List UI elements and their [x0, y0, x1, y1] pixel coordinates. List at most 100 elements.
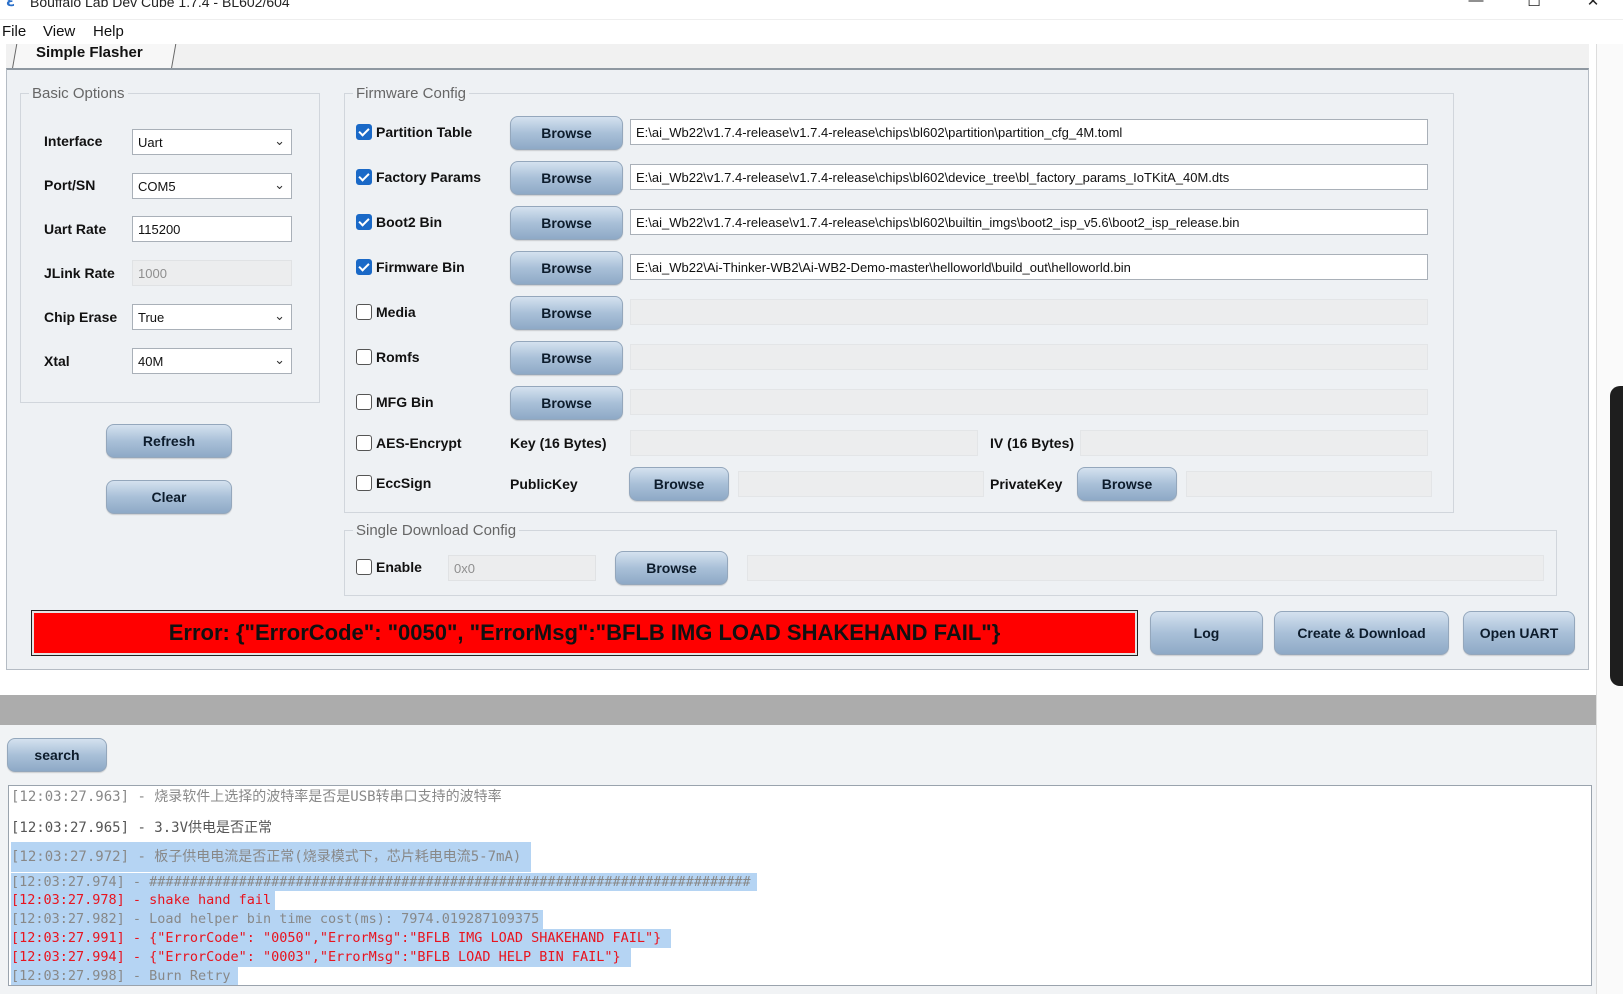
uart-rate-input[interactable]: 115200 [132, 216, 292, 242]
checkbox-checked-icon [356, 124, 372, 140]
public-key-path-input[interactable] [738, 471, 984, 497]
side-overlay-widget [1610, 386, 1623, 686]
boot2-bin-checkbox[interactable]: Boot2 Bin [356, 214, 442, 230]
single-download-legend: Single Download Config [356, 522, 517, 539]
refresh-button[interactable]: Refresh [106, 424, 232, 458]
partition-table-checkbox[interactable]: Partition Table [356, 124, 472, 140]
mfg-bin-checkbox[interactable]: MFG Bin [356, 394, 434, 410]
factory-params-browse-button[interactable]: Browse [510, 161, 623, 195]
chevron-down-icon: ⌄ [274, 308, 285, 323]
xtal-value: 40M [138, 354, 164, 369]
port-select[interactable]: COM5 ⌄ [132, 173, 292, 199]
media-checkbox[interactable]: Media [356, 304, 416, 320]
minimize-button[interactable]: — [1456, 0, 1496, 14]
port-label: Port/SN [44, 177, 96, 193]
log-line: [12:03:27.965] - 3.3V供电是否正常 [11, 820, 273, 836]
title-bar: ℇ Bouffalo Lab Dev Cube 1.7.4 - BL602/60… [0, 0, 1623, 20]
interface-label: Interface [44, 133, 103, 149]
aes-iv-input[interactable] [1080, 430, 1428, 456]
log-line: [12:03:27.991] - {"ErrorCode": "0050","E… [11, 929, 672, 948]
chevron-down-icon: ⌄ [274, 177, 285, 192]
boot2-bin-browse-button[interactable]: Browse [510, 206, 623, 240]
log-line: [12:03:27.978] - shake hand fail [11, 891, 276, 910]
partition-table-browse-button[interactable]: Browse [510, 116, 623, 150]
single-download-address-input: 0x0 [448, 555, 596, 581]
jlink-rate-input: 1000 [132, 260, 292, 286]
aes-encrypt-checkbox[interactable]: AES-Encrypt [356, 435, 462, 451]
private-key-browse-button[interactable]: Browse [1077, 467, 1177, 501]
checkbox-unchecked-icon [356, 394, 372, 410]
single-download-browse-button[interactable]: Browse [615, 551, 728, 585]
chip-erase-select[interactable]: True ⌄ [132, 304, 292, 330]
boot2-bin-path-input[interactable]: E:\ai_Wb22\v1.7.4-release\v1.7.4-release… [630, 209, 1428, 235]
romfs-browse-button[interactable]: Browse [510, 341, 623, 375]
firmware-bin-checkbox[interactable]: Firmware Bin [356, 259, 465, 275]
log-line: [12:03:27.974] - #######################… [11, 873, 757, 891]
menu-help[interactable]: Help [93, 23, 124, 40]
firmware-bin-browse-button[interactable]: Browse [510, 251, 623, 285]
chevron-down-icon: ⌄ [274, 352, 285, 367]
jlink-rate-label: JLink Rate [44, 265, 115, 281]
romfs-checkbox[interactable]: Romfs [356, 349, 420, 365]
ecc-sign-checkbox[interactable]: EccSign [356, 475, 431, 491]
chip-erase-value: True [138, 310, 165, 325]
log-line: [12:03:27.982] - Load helper bin time co… [11, 910, 544, 929]
single-download-enable-checkbox[interactable]: Enable [356, 559, 422, 575]
checkbox-unchecked-icon [356, 435, 372, 451]
checkbox-unchecked-icon [356, 475, 372, 491]
media-path-input[interactable] [630, 299, 1428, 325]
xtal-label: Xtal [44, 353, 70, 369]
panel-splitter[interactable] [0, 695, 1623, 725]
open-uart-button[interactable]: Open UART [1463, 611, 1575, 655]
window-title: Bouffalo Lab Dev Cube 1.7.4 - BL602/604 [30, 0, 290, 10]
partition-table-path-input[interactable]: E:\ai_Wb22\v1.7.4-release\v1.7.4-release… [630, 119, 1428, 145]
aes-iv-label: IV (16 Bytes) [990, 435, 1075, 451]
ecc-public-key-label: PublicKey [510, 476, 578, 492]
xtal-select[interactable]: 40M ⌄ [132, 348, 292, 374]
interface-value: Uart [138, 135, 163, 150]
checkbox-checked-icon [356, 259, 372, 275]
status-error-bar: Error: {"ErrorCode": "0050", "ErrorMsg":… [31, 610, 1138, 656]
app-icon: ℇ [6, 0, 14, 9]
aes-key-input[interactable] [630, 430, 978, 456]
single-download-path-input[interactable] [747, 555, 1544, 581]
log-line: [12:03:27.998] - Burn Retry [11, 967, 239, 985]
log-line: [12:03:27.972] - 板子供电电流是否正常(烧录模式下，芯片耗电电流… [11, 842, 532, 872]
romfs-path-input[interactable] [630, 344, 1428, 370]
tab-simple-flasher-label: Simple Flasher [36, 44, 143, 61]
factory-params-path-input[interactable]: E:\ai_Wb22\v1.7.4-release\v1.7.4-release… [630, 164, 1428, 190]
menu-view[interactable]: View [43, 23, 75, 40]
firmware-config-legend: Firmware Config [356, 85, 467, 102]
mfg-bin-path-input[interactable] [630, 389, 1428, 415]
checkbox-unchecked-icon [356, 559, 372, 575]
factory-params-checkbox[interactable]: Factory Params [356, 169, 481, 185]
log-line: [12:03:27.963] - 烧录软件上选择的波特率是否是USB转串口支持的… [11, 789, 502, 805]
mfg-bin-browse-button[interactable]: Browse [510, 386, 623, 420]
checkbox-checked-icon [356, 214, 372, 230]
checkbox-checked-icon [356, 169, 372, 185]
log-button[interactable]: Log [1150, 611, 1263, 655]
clear-button[interactable]: Clear [106, 480, 232, 514]
firmware-bin-path-input[interactable]: E:\ai_Wb22\Ai-Thinker-WB2\Ai-WB2-Demo-ma… [630, 254, 1428, 280]
uart-rate-label: Uart Rate [44, 221, 107, 237]
log-output[interactable]: [12:03:27.963] - 烧录软件上选择的波特率是否是USB转串口支持的… [8, 785, 1592, 986]
ecc-private-key-label: PrivateKey [990, 476, 1063, 492]
chip-erase-label: Chip Erase [44, 309, 118, 325]
search-button[interactable]: search [7, 738, 107, 772]
basic-options-legend: Basic Options [32, 85, 125, 102]
tab-strip [6, 44, 1589, 70]
chevron-down-icon: ⌄ [274, 133, 285, 148]
private-key-path-input[interactable] [1186, 471, 1432, 497]
interface-select[interactable]: Uart ⌄ [132, 129, 292, 155]
public-key-browse-button[interactable]: Browse [629, 467, 729, 501]
menu-file[interactable]: File [2, 23, 26, 40]
close-button[interactable]: ✕ [1573, 0, 1613, 14]
port-value: COM5 [138, 179, 176, 194]
aes-key-label: Key (16 Bytes) [510, 435, 607, 451]
checkbox-unchecked-icon [356, 349, 372, 365]
checkbox-unchecked-icon [356, 304, 372, 320]
menu-bar: File View Help [0, 20, 1623, 44]
create-download-button[interactable]: Create & Download [1274, 611, 1449, 655]
maximize-button[interactable]: ☐ [1514, 0, 1554, 14]
media-browse-button[interactable]: Browse [510, 296, 623, 330]
